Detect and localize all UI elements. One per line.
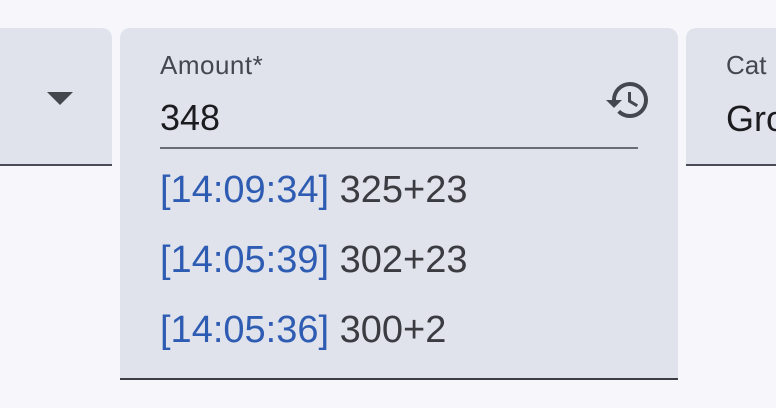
arrow-drop-down-icon[interactable] xyxy=(47,92,73,105)
history-expression: 302+23 xyxy=(339,239,468,281)
dropdown-field[interactable] xyxy=(0,28,112,166)
history-expression: 300+2 xyxy=(339,309,447,351)
history-button[interactable] xyxy=(604,76,652,124)
history-timestamp: [14:09:34] xyxy=(160,169,330,211)
category-field[interactable]: Cat Gro xyxy=(686,28,776,166)
amount-field[interactable]: Amount* [14:09:34] 325+23 [14:05:39] 302… xyxy=(120,28,678,380)
history-timestamp: [14:05:39] xyxy=(160,239,330,281)
history-list: [14:09:34] 325+23 [14:05:39] 302+23 [14:… xyxy=(160,164,467,374)
history-timestamp: [14:05:36] xyxy=(160,309,330,351)
history-item[interactable]: [14:05:36] 300+2 xyxy=(160,304,467,374)
history-item[interactable]: [14:05:39] 302+23 xyxy=(160,234,467,304)
history-icon xyxy=(606,82,648,119)
category-label: Cat xyxy=(726,50,767,80)
category-value: Gro xyxy=(726,98,776,139)
amount-input[interactable] xyxy=(160,96,560,140)
amount-label: Amount* xyxy=(160,50,264,80)
amount-input-underline xyxy=(160,147,638,149)
history-item[interactable]: [14:09:34] 325+23 xyxy=(160,164,467,234)
history-expression: 325+23 xyxy=(339,169,468,211)
page: Amount* [14:09:34] 325+23 [14:05:39] 302… xyxy=(0,0,776,408)
